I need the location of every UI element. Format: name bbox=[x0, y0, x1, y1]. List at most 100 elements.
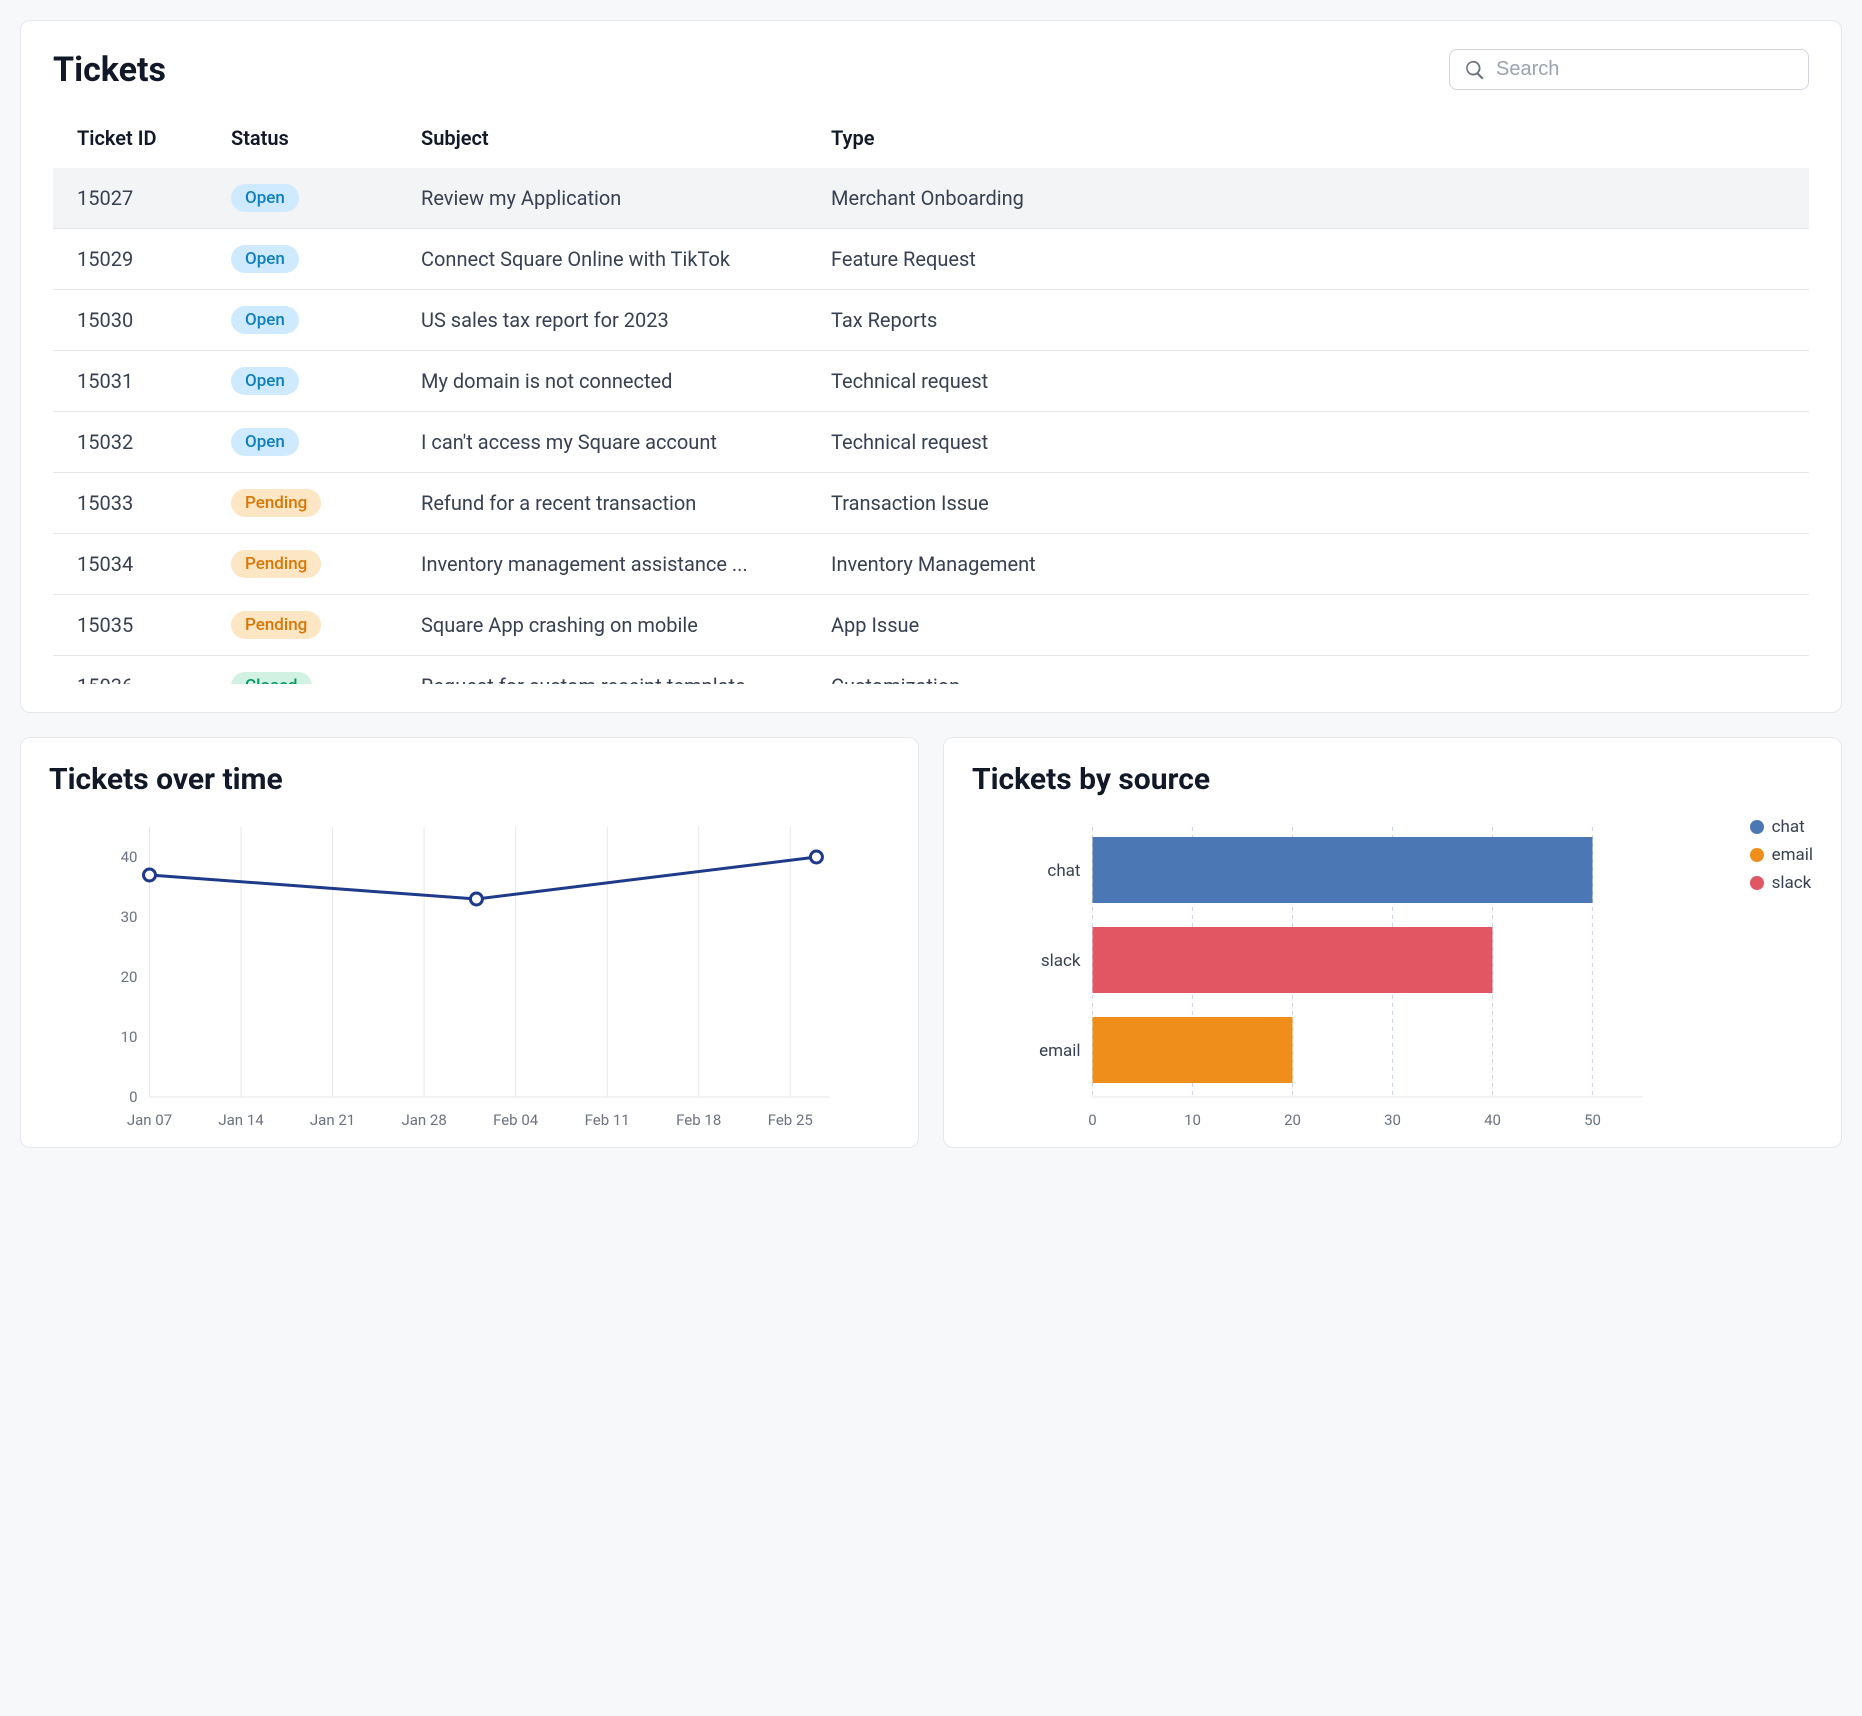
status-badge: Open bbox=[231, 245, 299, 273]
cell-ticket-id: 15031 bbox=[53, 351, 223, 412]
svg-text:Jan 14: Jan 14 bbox=[218, 1111, 264, 1129]
cell-status: Pending bbox=[223, 595, 413, 656]
table-row[interactable]: 15033 Pending Refund for a recent transact… bbox=[53, 473, 1809, 534]
cell-ticket-id: 15033 bbox=[53, 473, 223, 534]
col-header-id[interactable]: Ticket ID bbox=[53, 114, 223, 168]
status-badge: Open bbox=[231, 306, 299, 334]
table-row[interactable]: 15034PendingInventory management assista… bbox=[53, 534, 1809, 595]
cell-type: Technical request bbox=[823, 412, 1809, 473]
bar-chart-svg: 0 10 20 30 40 50 chat slack email bbox=[972, 817, 1813, 1137]
svg-text:Feb 04: Feb 04 bbox=[493, 1111, 539, 1129]
table-row[interactable]: 15030 Open US sales tax report for 2023Tax… bbox=[53, 290, 1809, 351]
cell-ticket-id: 15030 bbox=[53, 290, 223, 351]
bar-slack bbox=[1093, 927, 1493, 993]
cell-ticket-id: 15036 bbox=[53, 656, 223, 685]
svg-text:Jan 21: Jan 21 bbox=[310, 1111, 355, 1129]
status-badge: Open bbox=[231, 184, 299, 212]
line-chart-svg: Jan 07 Jan 14 Jan 21 Jan 28 Feb 04 Feb 11 Feb … bbox=[49, 817, 890, 1137]
chart-tickets-over-time: Tickets over time Jan 07Jan 14Jan 21Jan … bbox=[20, 737, 919, 1148]
cell-type: App Issue bbox=[823, 595, 1809, 656]
tickets-header: Tickets bbox=[53, 49, 1809, 90]
cell-subject: Square App crashing on mobile bbox=[413, 595, 823, 656]
cell-type: Inventory Management bbox=[823, 534, 1809, 595]
search-input[interactable] bbox=[1496, 58, 1794, 81]
cell-status: Pending bbox=[223, 534, 413, 595]
svg-text:0: 0 bbox=[129, 1088, 137, 1106]
cell-type: Merchant Onboarding bbox=[823, 168, 1809, 229]
svg-text:30: 30 bbox=[1384, 1111, 1401, 1129]
table-header-row: Ticket ID Status Subject Type bbox=[53, 114, 1809, 168]
cell-status: Open bbox=[223, 351, 413, 412]
svg-text:Feb 18: Feb 18 bbox=[676, 1111, 721, 1129]
cell-subject: Review my Application bbox=[413, 168, 823, 229]
table-row[interactable]: 15029 Open Connect Square Online with TikT… bbox=[53, 229, 1809, 290]
status-badge: Open bbox=[231, 367, 299, 395]
tickets-table-wrap: Ticket ID Status Subject Type 15027 Open R… bbox=[53, 114, 1809, 684]
svg-text:Jan 07: Jan 07 bbox=[127, 1111, 172, 1129]
legend-item-slack[interactable]: slack bbox=[1750, 873, 1813, 893]
chart-title: Tickets by source bbox=[972, 762, 1813, 797]
tickets-table: Ticket ID Status Subject Type 15027 Open R… bbox=[53, 114, 1809, 684]
legend-dot-icon bbox=[1750, 820, 1764, 834]
cell-ticket-id: 15029 bbox=[53, 229, 223, 290]
page-title: Tickets bbox=[53, 50, 166, 90]
svg-text:slack: slack bbox=[1041, 951, 1081, 971]
cell-status: Open bbox=[223, 290, 413, 351]
cell-status: Closed bbox=[223, 656, 413, 685]
cell-type: Customization bbox=[823, 656, 1809, 685]
legend-item-email[interactable]: email bbox=[1750, 845, 1813, 865]
cell-type: Technical request bbox=[823, 351, 1809, 412]
cell-status: Open bbox=[223, 229, 413, 290]
cell-type: Tax Reports bbox=[823, 290, 1809, 351]
legend-label: email bbox=[1772, 845, 1813, 865]
svg-text:Feb 11: Feb 11 bbox=[585, 1111, 630, 1129]
svg-text:40: 40 bbox=[1484, 1111, 1501, 1129]
bar-chat bbox=[1093, 837, 1593, 903]
status-badge: Closed bbox=[231, 672, 312, 684]
table-row[interactable]: 15036 Closed Request for custom receipt te… bbox=[53, 656, 1809, 685]
search-field[interactable] bbox=[1449, 49, 1809, 90]
cell-ticket-id: 15035 bbox=[53, 595, 223, 656]
status-badge: Pending bbox=[231, 489, 321, 517]
charts-row: Tickets over time Jan 07Jan 14Jan 21Jan … bbox=[20, 737, 1842, 1148]
svg-text:chat: chat bbox=[1047, 861, 1080, 881]
cell-type: Feature Request bbox=[823, 229, 1809, 290]
status-badge: Pending bbox=[231, 550, 321, 578]
cell-subject: My domain is not connected bbox=[413, 351, 823, 412]
legend-label: chat bbox=[1772, 817, 1805, 837]
bar-chart-legend: chat email slack bbox=[1750, 817, 1813, 901]
cell-status: Open bbox=[223, 168, 413, 229]
cell-ticket-id: 15027 bbox=[53, 168, 223, 229]
svg-text:email: email bbox=[1039, 1041, 1080, 1061]
bar-email bbox=[1093, 1017, 1293, 1083]
status-badge: Pending bbox=[231, 611, 321, 639]
col-header-status[interactable]: Status bbox=[223, 114, 413, 168]
cell-subject: Request for custom receipt template bbox=[413, 656, 823, 685]
svg-text:Feb 25: Feb 25 bbox=[768, 1111, 813, 1129]
svg-text:20: 20 bbox=[1284, 1111, 1301, 1129]
legend-label: slack bbox=[1772, 873, 1812, 893]
cell-ticket-id: 15032 bbox=[53, 412, 223, 473]
chart-tickets-by-source: Tickets by source 0 10 20 30 40 50 chat slack em… bbox=[943, 737, 1842, 1148]
table-row[interactable]: 15035 Pending Square App crashing on mobil… bbox=[53, 595, 1809, 656]
table-row[interactable]: 15027 Open Review my ApplicationMerchant O… bbox=[53, 168, 1809, 229]
cell-subject: US sales tax report for 2023 bbox=[413, 290, 823, 351]
svg-text:30: 30 bbox=[121, 908, 138, 926]
cell-subject: Connect Square Online with TikTok bbox=[413, 229, 823, 290]
svg-text:10: 10 bbox=[1184, 1111, 1201, 1129]
status-badge: Open bbox=[231, 428, 299, 456]
table-row[interactable]: 15032OpenI can't access my Square accoun… bbox=[53, 412, 1809, 473]
table-row[interactable]: 15031 Open My domain is not connectedTechn… bbox=[53, 351, 1809, 412]
col-header-type[interactable]: Type bbox=[823, 114, 1809, 168]
svg-text:0: 0 bbox=[1088, 1111, 1096, 1129]
col-header-subject[interactable]: Subject bbox=[413, 114, 823, 168]
legend-item-chat[interactable]: chat bbox=[1750, 817, 1813, 837]
svg-text:50: 50 bbox=[1584, 1111, 1601, 1129]
search-icon bbox=[1464, 59, 1486, 81]
cell-subject: Refund for a recent transaction bbox=[413, 473, 823, 534]
cell-ticket-id: 15034 bbox=[53, 534, 223, 595]
chart-title: Tickets over time bbox=[49, 762, 890, 797]
cell-status: Pending bbox=[223, 473, 413, 534]
cell-status: Open bbox=[223, 412, 413, 473]
svg-text:Jan 28: Jan 28 bbox=[401, 1111, 446, 1129]
